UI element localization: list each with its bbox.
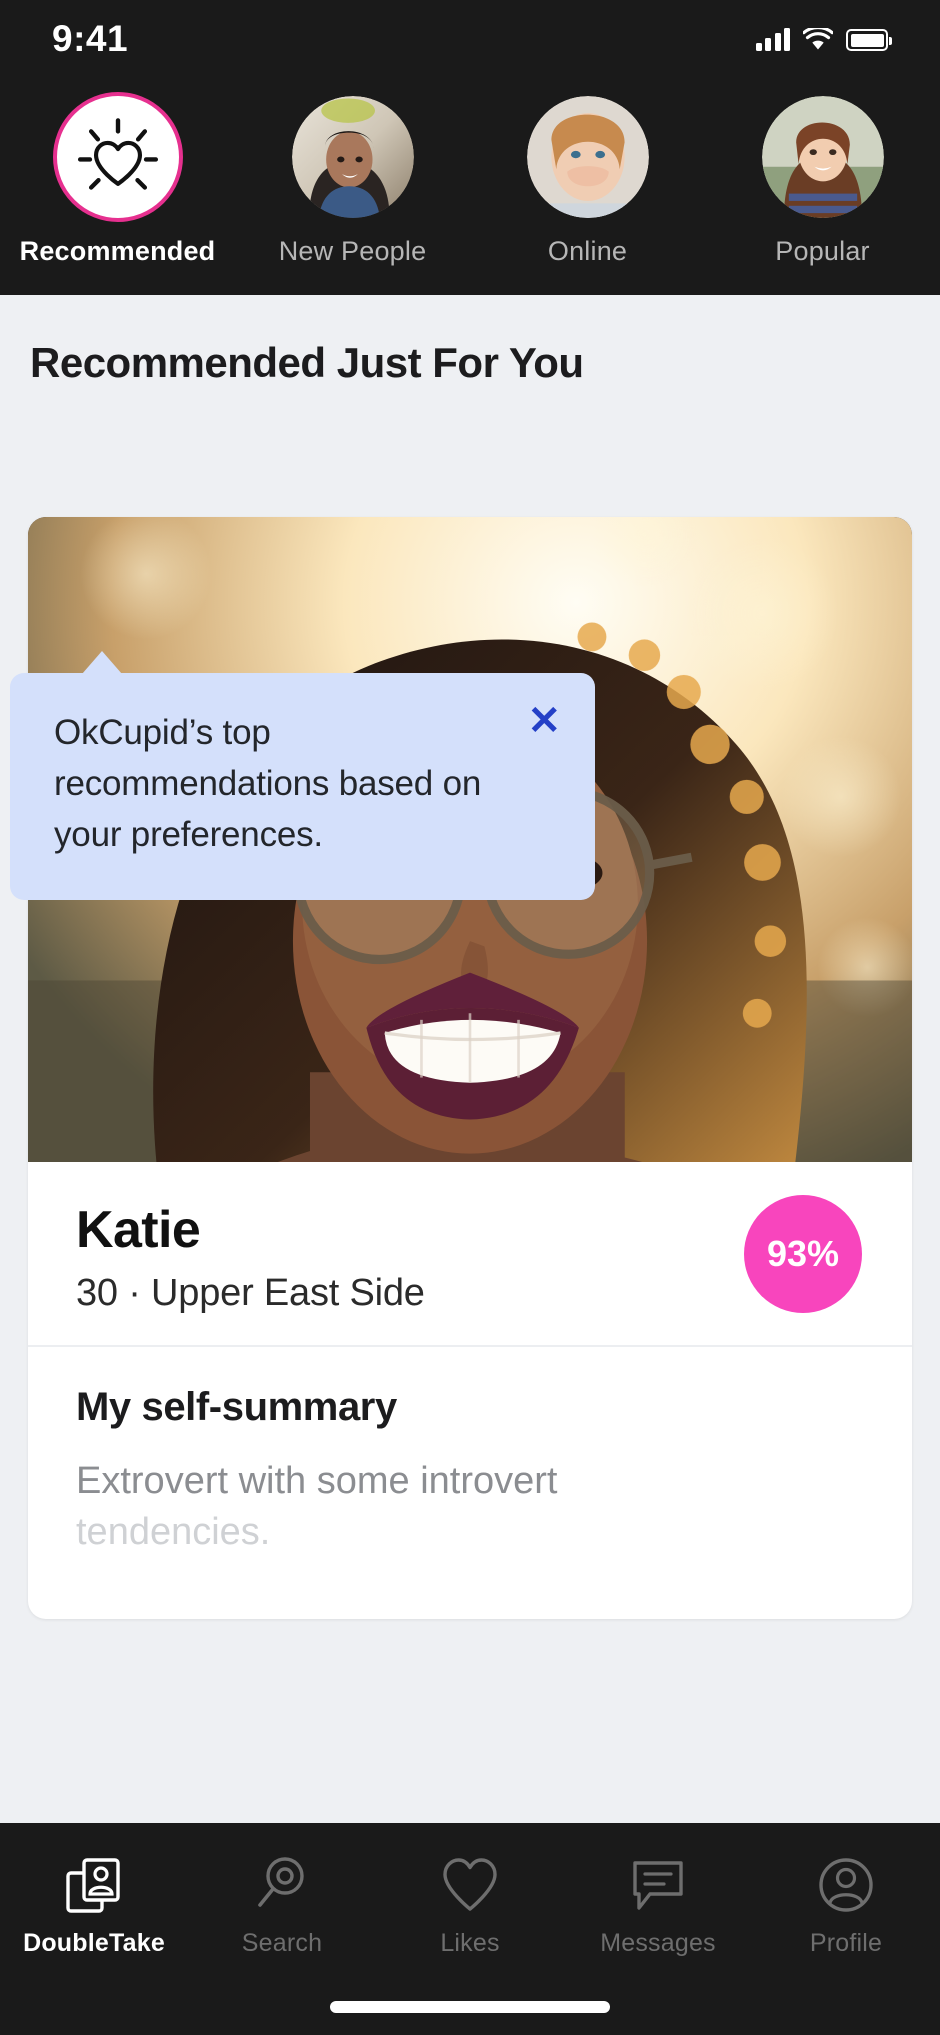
main-content: Recommended Just For You Katie 30 · Uppe… [0,295,940,1823]
double-photo-person-icon [66,1858,120,1913]
tab-label: Profile [809,1929,883,1957]
sparkle-heart-icon [77,118,158,190]
story-item-new-people[interactable]: New People [253,92,453,267]
story-item-popular[interactable]: Popular [723,92,923,267]
story-item-recommended[interactable]: Recommended [18,92,218,267]
self-summary-line-1: Extrovert with some introvert [76,1460,558,1502]
avatar [291,96,414,218]
story-label: Online [547,236,628,266]
self-summary-section: My self-summary Extrovert with some intr… [28,1347,912,1619]
tab-doubletake[interactable]: DoubleTake [4,1853,184,1958]
home-indicator [330,2001,610,2013]
heart-icon [443,1858,497,1911]
self-summary-line-2: tendencies. [76,1511,271,1554]
self-summary-body: Extrovert with some introvert tendencies… [76,1456,864,1559]
story-ring [523,92,653,222]
cellular-bars-icon [755,27,790,51]
app-screen: 9:41 Recommended New People Online Popul… [0,0,940,2035]
story-item-online[interactable]: Online [488,92,688,267]
profile-meta: 30 · Upper East Side [76,1272,425,1314]
battery-full-icon [846,29,892,51]
story-label: Popular [775,236,870,266]
wifi-icon [803,28,833,50]
status-indicators [755,27,892,51]
story-ring [288,92,418,222]
stories-bar: Recommended New People Online Popular [0,78,940,295]
story-ring-active [52,92,183,222]
story-ring [758,92,888,222]
match-percentage-badge[interactable]: 93% [744,1194,862,1313]
tooltip-text: OkCupid’s top recommendations based on y… [54,713,482,855]
tab-label: Messages [600,1929,716,1957]
tab-search[interactable]: Search [192,1853,372,1958]
status-time: 9:41 [52,18,129,59]
story-label: New People [278,236,427,266]
onboarding-tooltip: OkCupid’s top recommendations based on y… [10,650,595,901]
tab-likes[interactable]: Likes [380,1853,560,1958]
person-circle-icon [819,1858,873,1912]
close-icon[interactable]: ✕ [527,701,561,741]
status-bar: 9:41 [0,0,940,78]
tab-label: Likes [440,1929,500,1957]
message-bubble-icon [633,1861,683,1910]
tab-label: DoubleTake [23,1929,165,1957]
profile-info: Katie 30 · Upper East Side 93% [28,1162,912,1345]
story-label: Recommended [19,236,216,266]
page-title: Recommended Just For You [30,339,584,386]
self-summary-heading: My self-summary [76,1385,397,1429]
search-icon [258,1857,304,1907]
tab-profile[interactable]: Profile [756,1853,936,1958]
tab-label: Search [241,1929,323,1957]
tab-messages[interactable]: Messages [568,1853,748,1958]
avatar [761,96,884,218]
avatar [526,96,649,218]
